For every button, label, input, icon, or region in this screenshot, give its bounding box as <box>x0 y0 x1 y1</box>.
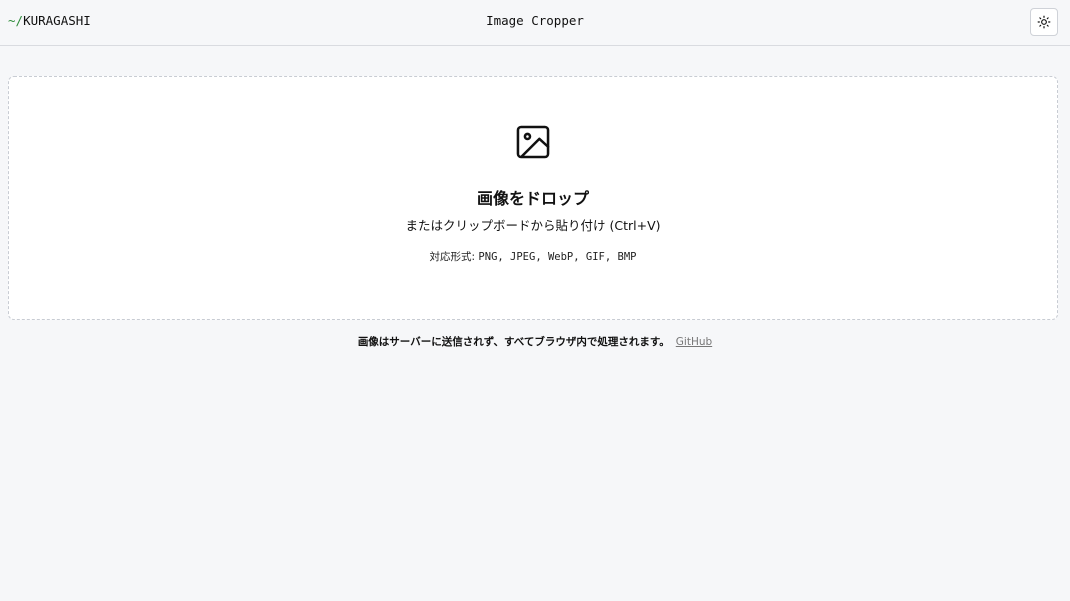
theme-toggle-button[interactable] <box>1030 8 1058 36</box>
dropzone-subtitle: またはクリップボードから貼り付け (Ctrl+V) <box>405 218 661 233</box>
page-title: Image Cropper <box>486 13 584 28</box>
sun-icon <box>1037 15 1051 29</box>
privacy-note: 画像はサーバーに送信されず、すべてブラウザ内で処理されます。 GitHub <box>0 334 1070 349</box>
app-header: ~/KURAGASHI Image Cropper <box>0 0 1070 46</box>
image-dropzone[interactable]: 画像をドロップ またはクリップボードから貼り付け (Ctrl+V) 対応形式: … <box>8 76 1058 320</box>
supported-formats: 対応形式: PNG, JPEG, WebP, GIF, BMP <box>9 249 1057 264</box>
dropzone-title: 画像をドロップ <box>476 189 589 208</box>
image-icon <box>516 125 550 159</box>
formats-value: PNG, JPEG, WebP, GIF, BMP <box>478 251 637 263</box>
privacy-text: 画像はサーバーに送信されず、すべてブラウザ内で処理されます。 <box>357 336 670 348</box>
github-link[interactable]: GitHub <box>676 336 712 348</box>
formats-label: 対応形式: <box>429 251 476 263</box>
